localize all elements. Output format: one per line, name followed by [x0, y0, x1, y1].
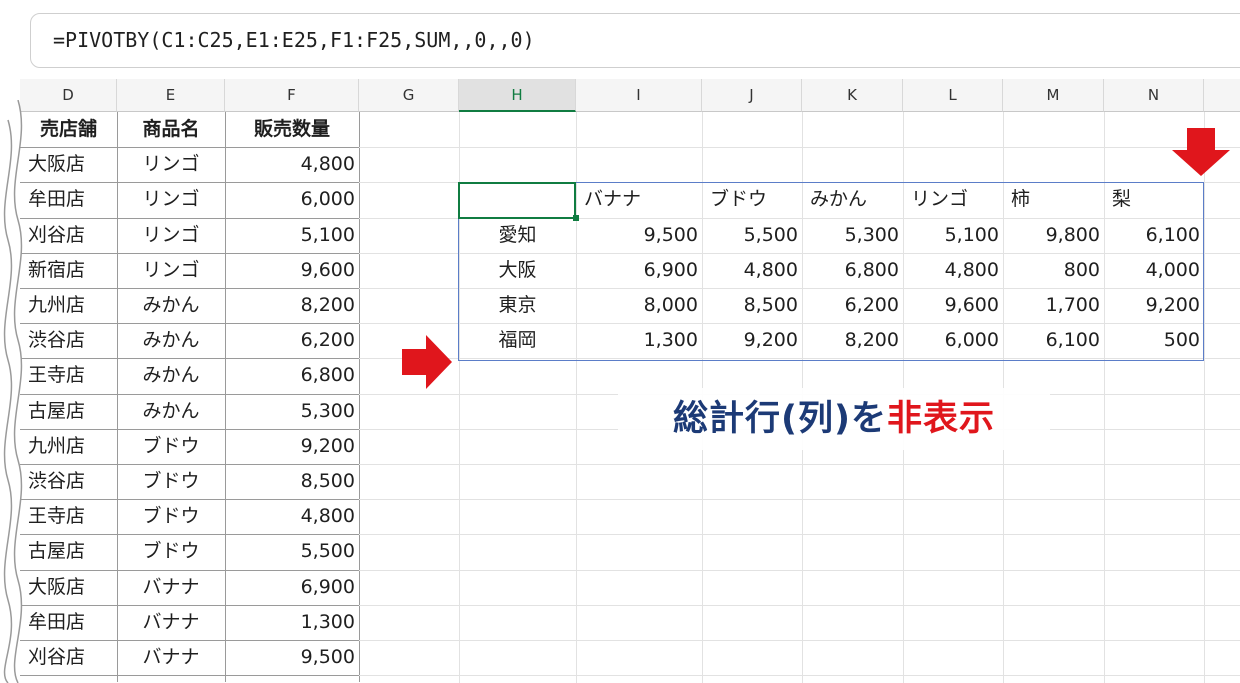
source-product-cell[interactable]: みかん	[117, 323, 225, 358]
torn-edge-decoration	[0, 100, 23, 683]
source-product-cell[interactable]: みかん	[117, 288, 225, 323]
source-store-cell[interactable]: 牟田店	[20, 605, 117, 640]
source-quantity-cell[interactable]: 4,800	[225, 147, 359, 182]
source-quantity-cell[interactable]: 5,100	[225, 218, 359, 253]
source-quantity-cell[interactable]: 9,600	[225, 253, 359, 288]
formula-text[interactable]: =PIVOTBY(C1:C25,E1:E25,F1:F25,SUM,,0,,0)	[53, 28, 535, 52]
column-header-G[interactable]: G	[359, 79, 459, 112]
source-header-cell[interactable]: 売店舗	[20, 112, 117, 147]
source-quantity-cell[interactable]: 4,800	[225, 499, 359, 534]
source-quantity-cell[interactable]: 6,000	[225, 182, 359, 217]
column-header-filler	[1204, 79, 1240, 112]
caption-part1: 総計行(列)を	[672, 399, 887, 439]
column-header-N[interactable]: N	[1104, 79, 1204, 112]
source-store-cell[interactable]: 古屋店	[20, 394, 117, 429]
source-product-cell[interactable]: バナナ	[117, 570, 225, 605]
column-header-F[interactable]: F	[225, 79, 359, 112]
source-store-cell[interactable]: 古屋店	[20, 534, 117, 569]
source-product-cell[interactable]: みかん	[117, 394, 225, 429]
source-product-cell[interactable]: ブドウ	[117, 429, 225, 464]
source-store-cell[interactable]: 大阪店	[20, 147, 117, 182]
source-quantity-cell[interactable]: 6,900	[225, 570, 359, 605]
caption-banner: 総計行(列)を非表示	[618, 388, 1050, 450]
source-store-cell[interactable]: 王寺店	[20, 358, 117, 393]
column-header-J[interactable]: J	[702, 79, 802, 112]
source-product-cell[interactable]: リンゴ	[117, 218, 225, 253]
source-store-cell[interactable]: 渋谷店	[20, 464, 117, 499]
source-quantity-cell[interactable]: 5,300	[225, 394, 359, 429]
source-quantity-cell[interactable]: 5,500	[225, 534, 359, 569]
active-cell-H4[interactable]	[458, 182, 576, 219]
source-store-cell[interactable]: 牟田店	[20, 182, 117, 217]
source-quantity-cell[interactable]: 9,500	[225, 640, 359, 675]
source-store-cell[interactable]: 渋谷店	[20, 323, 117, 358]
source-product-cell[interactable]: リンゴ	[117, 182, 225, 217]
source-product-cell[interactable]: リンゴ	[117, 147, 225, 182]
column-header-H[interactable]: H	[459, 79, 576, 112]
source-store-cell[interactable]: 九州店	[20, 288, 117, 323]
formula-bar[interactable]: =PIVOTBY(C1:C25,E1:E25,F1:F25,SUM,,0,,0)	[30, 13, 1240, 68]
source-product-cell[interactable]: バナナ	[117, 640, 225, 675]
column-header-M[interactable]: M	[1003, 79, 1104, 112]
source-store-cell[interactable]: 大阪店	[20, 570, 117, 605]
source-product-cell[interactable]: ブドウ	[117, 499, 225, 534]
source-header-cell[interactable]: 販売数量	[225, 112, 359, 147]
source-product-cell[interactable]: ブドウ	[117, 464, 225, 499]
source-quantity-cell[interactable]: 6,200	[225, 323, 359, 358]
source-product-cell[interactable]: リンゴ	[117, 253, 225, 288]
source-store-cell[interactable]: 九州店	[20, 429, 117, 464]
column-header-I[interactable]: I	[576, 79, 702, 112]
source-header-cell[interactable]: 商品名	[117, 112, 225, 147]
column-header-E[interactable]: E	[117, 79, 225, 112]
source-quantity-cell[interactable]: 1,300	[225, 605, 359, 640]
source-store-cell[interactable]: 刈谷店	[20, 218, 117, 253]
source-product-cell[interactable]: みかん	[117, 358, 225, 393]
source-store-cell[interactable]: 王寺店	[20, 499, 117, 534]
source-quantity-cell[interactable]: 8,500	[225, 464, 359, 499]
source-quantity-cell[interactable]: 8,200	[225, 288, 359, 323]
source-product-cell[interactable]: バナナ	[117, 605, 225, 640]
column-header-L[interactable]: L	[903, 79, 1003, 112]
source-quantity-cell[interactable]: 6,800	[225, 358, 359, 393]
fill-handle[interactable]	[573, 215, 579, 221]
right-arrow-icon	[402, 335, 452, 389]
caption-part2: 非表示	[886, 399, 995, 439]
source-product-cell[interactable]: ブドウ	[117, 534, 225, 569]
column-header-D[interactable]: D	[20, 79, 117, 112]
down-arrow-icon	[1172, 128, 1230, 176]
column-header-K[interactable]: K	[802, 79, 903, 112]
source-quantity-cell[interactable]: 9,200	[225, 429, 359, 464]
source-store-cell[interactable]: 刈谷店	[20, 640, 117, 675]
source-store-cell[interactable]: 新宿店	[20, 253, 117, 288]
